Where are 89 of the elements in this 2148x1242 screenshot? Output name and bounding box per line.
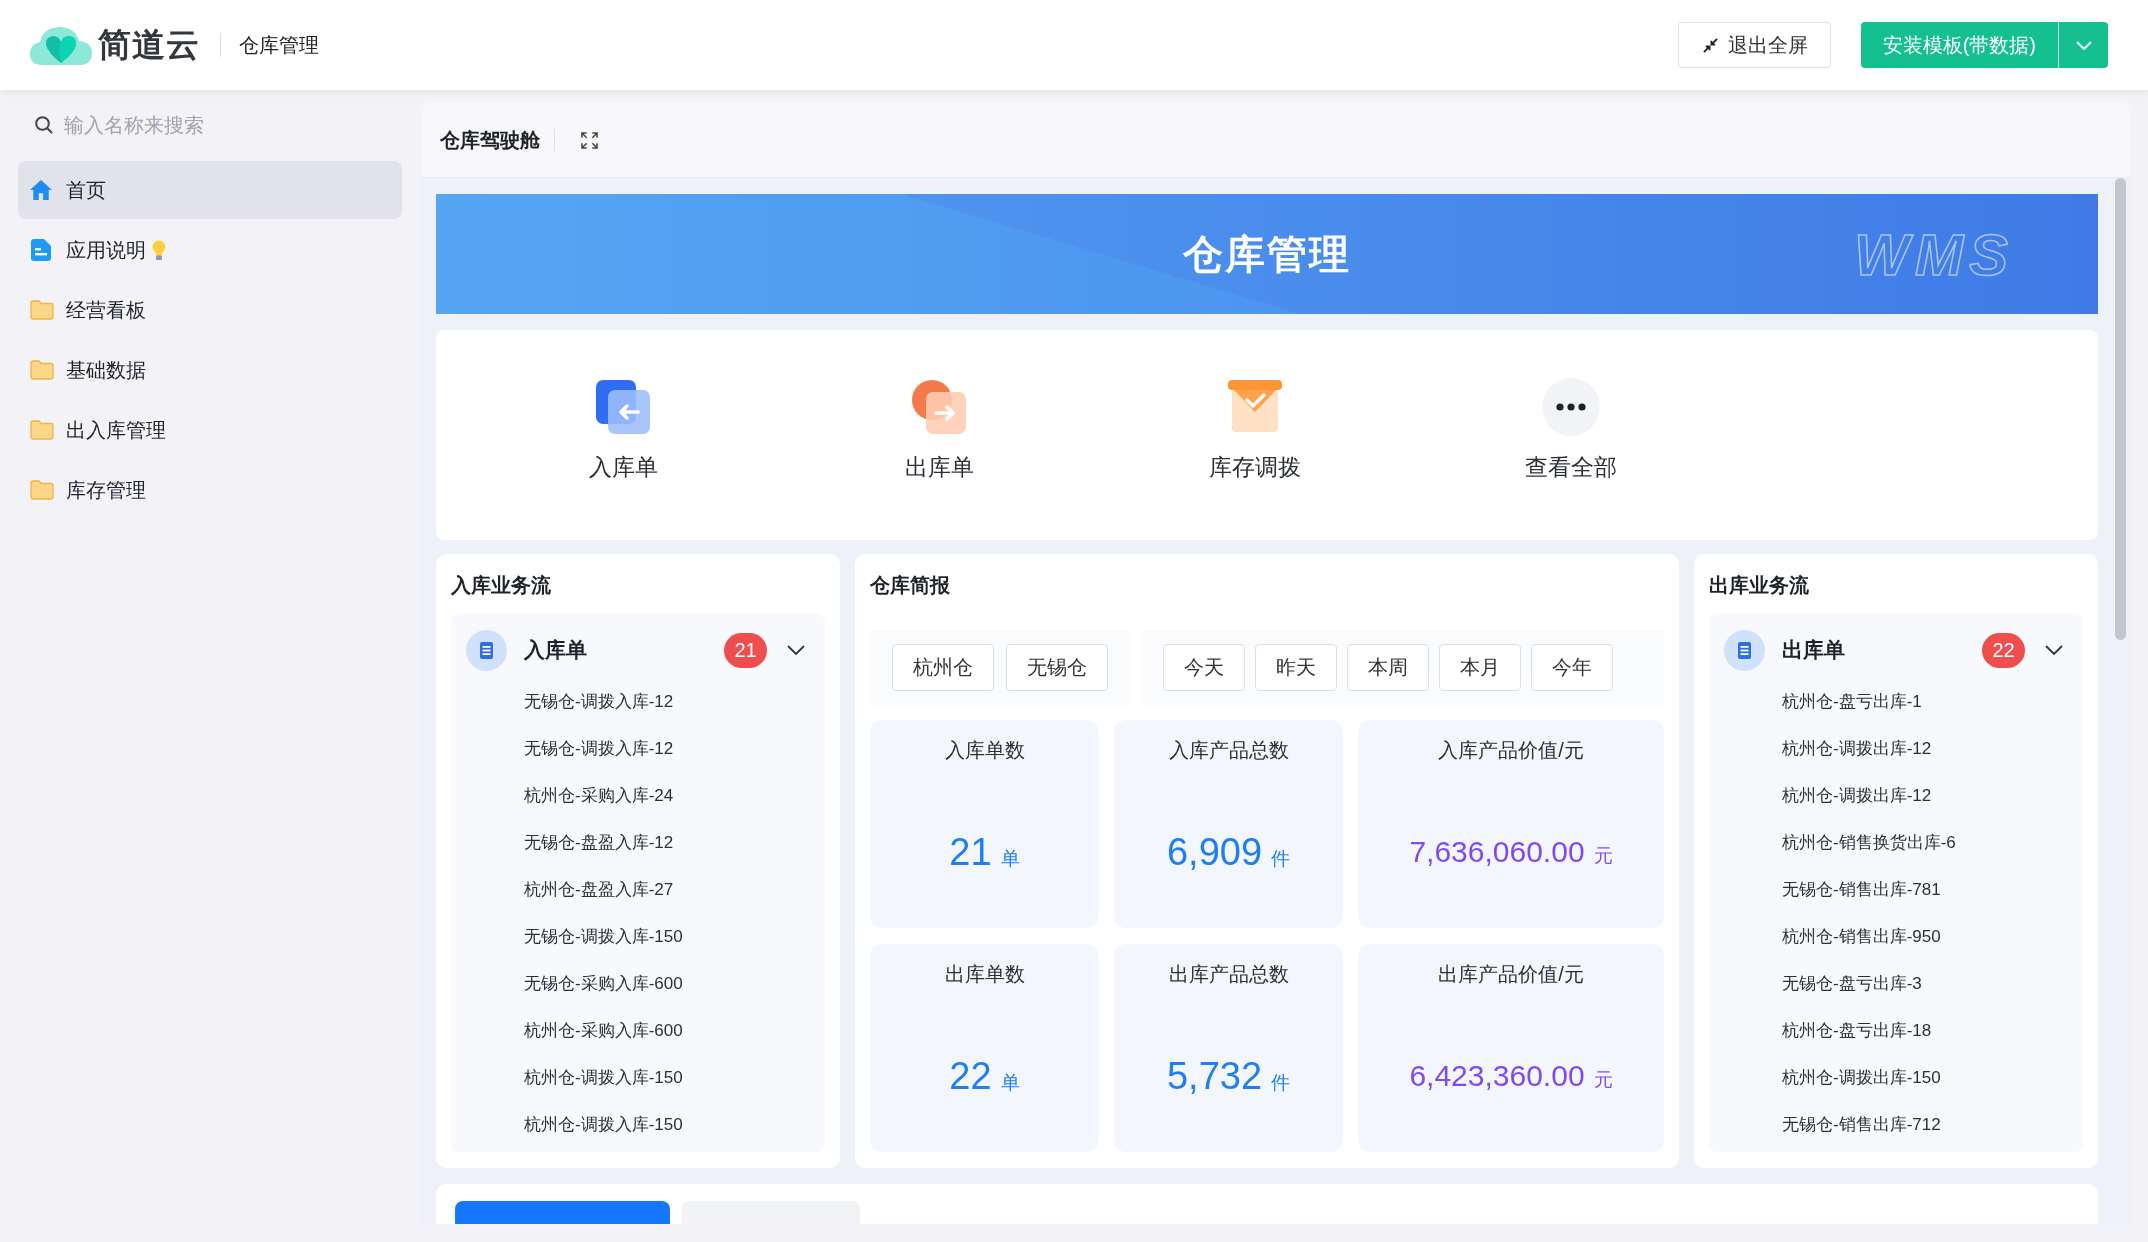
flow-item[interactable]: 无锡仓-销售出库-781 xyxy=(1782,880,1941,899)
flow-item[interactable]: 杭州仓-调拨入库-150 xyxy=(524,1115,683,1134)
flow-item[interactable]: 无锡仓-调拨入库-12 xyxy=(524,739,674,758)
flow-item[interactable]: 无锡仓-盘盈入库-12 xyxy=(524,833,674,852)
chevron-down-icon[interactable] xyxy=(787,645,805,655)
flow-item[interactable]: 杭州仓-调拨出库-12 xyxy=(1782,786,1932,805)
folder-icon xyxy=(30,480,54,500)
flow-item[interactable]: 杭州仓-盘亏出库-18 xyxy=(1782,1021,1932,1040)
filter-button[interactable]: 本月 xyxy=(1439,644,1521,691)
flow-item[interactable]: 杭州仓-调拨出库-12 xyxy=(1782,739,1932,758)
filter-button[interactable]: 本周 xyxy=(1347,644,1429,691)
stat-unit: 件 xyxy=(1271,1071,1291,1095)
caret-down-icon xyxy=(2075,40,2092,50)
flow-item[interactable]: 杭州仓-调拨出库-150 xyxy=(1782,1068,1941,1087)
flow-group-title[interactable]: 入库单 xyxy=(524,636,724,664)
stat-label: 入库单数 xyxy=(944,738,1025,763)
quick-action[interactable]: 入库单 xyxy=(588,378,658,483)
card-title: 入库业务流 xyxy=(451,573,552,598)
card-title: 出库业务流 xyxy=(1709,573,1810,598)
stat-value: 5,732 xyxy=(1166,1054,1263,1098)
filter-button[interactable]: 今年 xyxy=(1531,644,1613,691)
flow-item[interactable]: 无锡仓-调拨入库-12 xyxy=(524,692,674,711)
flow-item[interactable]: 杭州仓-采购入库-24 xyxy=(524,786,674,805)
filter-button[interactable]: 昨天 xyxy=(1255,644,1337,691)
round-document-icon xyxy=(1724,629,1765,671)
round-document-icon xyxy=(466,629,507,671)
right-arrow-tile-icon xyxy=(910,378,968,436)
folder-icon xyxy=(30,300,54,320)
stat-unit: 元 xyxy=(1593,844,1613,868)
flow-item[interactable]: 杭州仓-盘盈入库-27 xyxy=(524,880,674,899)
page-title: 仓库驾驶舱 xyxy=(440,127,540,153)
stat-label: 入库产品总数 xyxy=(1168,738,1289,763)
sidebar-item[interactable]: 首页 xyxy=(18,161,402,219)
home-icon xyxy=(30,180,52,200)
search-field[interactable]: 输入名称来搜索 xyxy=(64,113,324,137)
stat-value: 22 xyxy=(949,1054,992,1098)
count-badge: 22 xyxy=(1982,632,2025,668)
folder-icon xyxy=(30,420,54,440)
stat-value: 21 xyxy=(949,830,992,874)
stat-unit: 单 xyxy=(1000,1071,1020,1095)
scrollbar-thumb[interactable] xyxy=(2115,178,2126,640)
sidebar-item[interactable]: 经营看板 xyxy=(18,281,402,339)
flow-item[interactable]: 无锡仓-调拨入库-150 xyxy=(524,927,683,946)
card-title: 仓库简报 xyxy=(870,573,951,598)
stat-label: 出库产品价值/元 xyxy=(1438,962,1584,987)
exit-fullscreen-button[interactable]: 退出全屏 xyxy=(1677,22,1831,68)
sidebar-item[interactable]: 出入库管理 xyxy=(18,401,402,459)
sidebar-item[interactable]: 基础数据 xyxy=(18,341,402,399)
filter-button[interactable]: 无锡仓 xyxy=(1006,644,1108,691)
flow-group-title[interactable]: 出库单 xyxy=(1782,636,1982,664)
folder-icon xyxy=(30,360,54,380)
stat-unit: 元 xyxy=(1593,1068,1613,1092)
flow-item[interactable]: 无锡仓-采购入库-600 xyxy=(524,974,683,993)
stat-label: 出库单数 xyxy=(944,962,1025,987)
exit-fullscreen-icon xyxy=(1702,37,1718,53)
sidebar-item[interactable]: 库存管理 xyxy=(18,461,402,519)
quick-action[interactable]: 查看全部 xyxy=(1525,378,1617,483)
banner-logo-text: WMS xyxy=(1854,220,2014,288)
stat-value: 6,909 xyxy=(1166,830,1263,874)
count-badge: 21 xyxy=(724,632,767,668)
filter-button[interactable]: 今天 xyxy=(1163,644,1245,691)
stat-value: 7,636,060.00 xyxy=(1409,834,1585,870)
quick-action[interactable]: 出库单 xyxy=(904,378,974,483)
flow-item[interactable]: 杭州仓-盘亏出库-1 xyxy=(1782,692,1922,711)
filter-button[interactable]: 杭州仓 xyxy=(892,644,994,691)
stat-label: 出库产品总数 xyxy=(1168,962,1289,987)
stat-unit: 单 xyxy=(1000,847,1020,871)
cloud-logo-icon xyxy=(30,25,92,65)
flow-item[interactable]: 杭州仓-销售出库-950 xyxy=(1782,927,1941,946)
ellipsis-icon xyxy=(1542,378,1600,436)
flow-item[interactable]: 无锡仓-盘亏出库-3 xyxy=(1782,974,1922,993)
left-arrow-tile-icon xyxy=(594,378,652,436)
quick-action[interactable]: 库存调拨 xyxy=(1209,378,1301,483)
flow-item[interactable]: 杭州仓-调拨入库-150 xyxy=(524,1068,683,1087)
sidebar-item[interactable]: 应用说明 xyxy=(18,221,402,279)
document-icon xyxy=(31,239,51,261)
stat-unit: 件 xyxy=(1271,847,1291,871)
banner-title: 仓库管理 xyxy=(1183,230,1351,278)
app-name: 仓库管理 xyxy=(239,32,319,58)
stat-label: 入库产品价值/元 xyxy=(1438,738,1584,763)
chevron-down-icon[interactable] xyxy=(2045,645,2063,655)
flow-item[interactable]: 无锡仓-销售出库-712 xyxy=(1782,1115,1941,1134)
search-icon xyxy=(35,116,53,134)
stat-value: 6,423,360.00 xyxy=(1409,1058,1585,1094)
flow-item[interactable]: 杭州仓-销售换货出库-6 xyxy=(1782,833,1956,852)
logo-text: 简道云 xyxy=(98,24,200,65)
flow-item[interactable]: 杭州仓-采购入库-600 xyxy=(524,1021,683,1040)
dropdown-button[interactable] xyxy=(2058,22,2108,68)
fullscreen-icon[interactable] xyxy=(581,131,598,149)
